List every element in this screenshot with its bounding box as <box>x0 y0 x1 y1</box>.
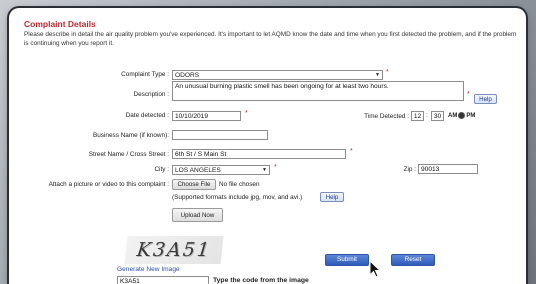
description-label: Description : <box>133 91 169 98</box>
chevron-down-icon: ▼ <box>375 72 380 78</box>
zip-input[interactable]: 90013 <box>418 164 478 174</box>
attach-label: Attach a picture or video to this compla… <box>48 181 169 188</box>
captcha-image: K3A51 <box>124 236 224 264</box>
business-name-input[interactable] <box>172 130 268 140</box>
business-name-label: Business Name (if known): <box>92 132 169 139</box>
chevron-down-icon: ▼ <box>262 167 267 173</box>
reset-button[interactable]: Reset <box>391 254 435 266</box>
complaint-type-select[interactable]: ODORS ▼ <box>172 70 383 80</box>
street-input[interactable]: 6th St / S Main St <box>172 149 346 159</box>
complaint-type-value: ODORS <box>175 72 200 79</box>
ampm-group: AM PM <box>448 112 475 119</box>
section-title: Complaint Details <box>24 19 96 29</box>
description-textarea[interactable]: An unusual burning plastic smell has bee… <box>172 81 464 101</box>
required-marker: * <box>245 110 248 117</box>
street-label: Street Name / Cross Street : <box>88 151 169 158</box>
required-marker: * <box>274 164 277 171</box>
time-detected-label: Time Detected : <box>364 113 409 120</box>
no-file-text: No file chosen <box>219 181 260 188</box>
browser-screen: Complaint Details Please describe in det… <box>9 8 526 284</box>
generate-new-image-link[interactable]: Generate New Image <box>117 266 180 273</box>
time-separator: : <box>426 112 428 119</box>
choose-file-button[interactable]: Choose File <box>172 179 216 190</box>
time-minute-input[interactable]: 30 <box>431 111 444 121</box>
supported-formats-text: (Supported formats include jpg, mov, and… <box>172 194 303 201</box>
mouse-cursor-icon <box>369 260 382 278</box>
city-label: City : <box>154 166 169 173</box>
city-value: LOS ANGELES <box>175 167 221 174</box>
city-select[interactable]: LOS ANGELES ▼ <box>172 165 270 175</box>
am-option[interactable]: AM <box>448 113 457 119</box>
description-help-button[interactable]: Help <box>474 94 497 104</box>
complaint-type-label: Complaint Type : <box>121 71 169 78</box>
submit-button[interactable]: Submit <box>325 254 369 266</box>
upload-now-button[interactable]: Upload Now <box>172 208 223 222</box>
required-marker: * <box>350 148 353 155</box>
required-marker: * <box>386 69 389 76</box>
zip-label: Zip : <box>403 166 416 173</box>
pm-option[interactable]: PM <box>466 113 475 119</box>
date-detected-input[interactable]: 10/10/2019 <box>172 111 241 121</box>
instructions-text: Please describe in detail the air qualit… <box>24 31 517 47</box>
pm-radio-icon[interactable] <box>458 112 466 119</box>
required-marker: * <box>467 91 470 98</box>
captcha-instruction: Type the code from the image <box>213 277 309 284</box>
captcha-input[interactable]: K3A51 <box>117 276 209 284</box>
upload-help-button[interactable]: Help <box>320 192 344 202</box>
date-detected-label: Date detected : <box>125 112 169 119</box>
time-hour-input[interactable]: 12 <box>411 111 424 121</box>
